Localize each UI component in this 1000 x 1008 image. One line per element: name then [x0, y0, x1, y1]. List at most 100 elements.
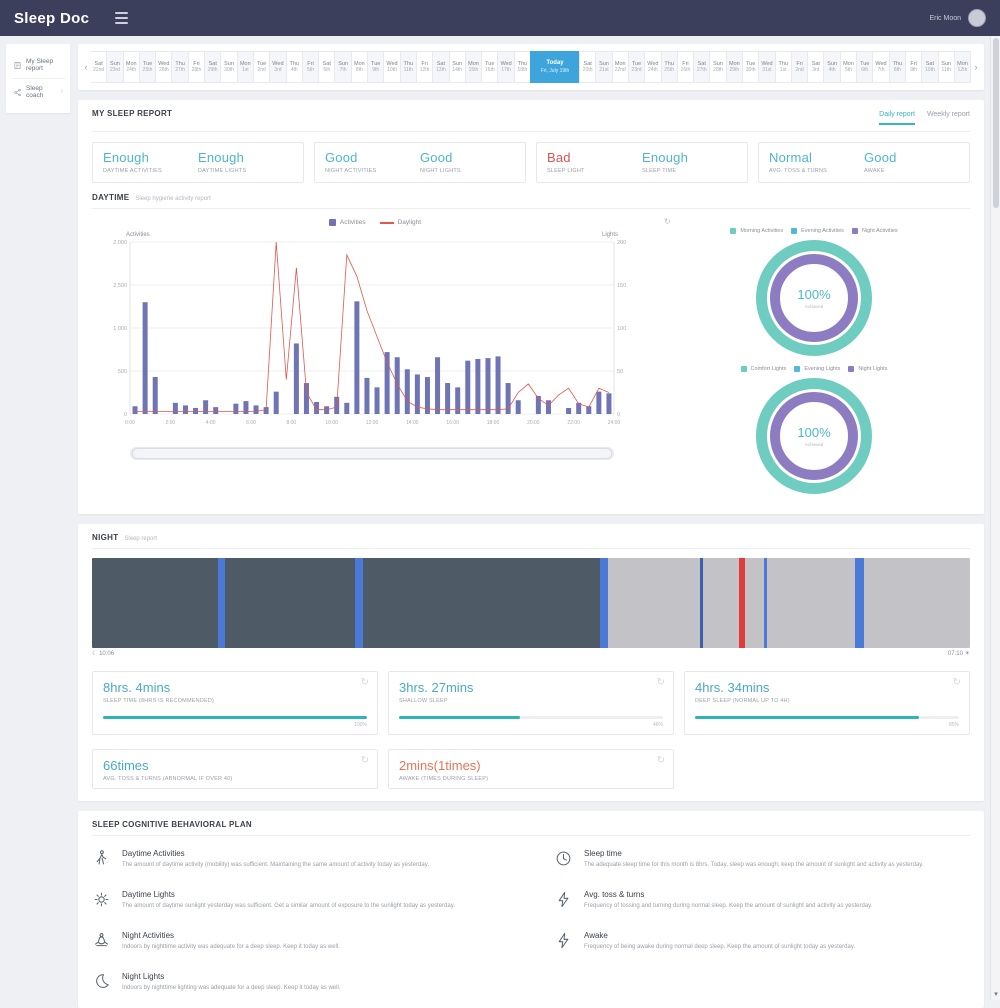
legend-swatch: [730, 228, 736, 234]
date-cell[interactable]: Mon8th: [351, 51, 368, 83]
date-num: 9th: [910, 67, 917, 73]
date-num: 30th: [746, 67, 756, 73]
date-cell[interactable]: Fri9th: [905, 51, 922, 83]
activities-donut-sub: Achieved: [805, 304, 824, 309]
date-num: 11th: [942, 67, 951, 73]
date-num: 22nd: [615, 67, 626, 73]
date-cell[interactable]: Mon29th: [726, 51, 743, 83]
date-cell[interactable]: Mon5th: [840, 51, 857, 83]
sidebar-item-label: My Sleep report: [26, 58, 63, 72]
date-cell[interactable]: Wed3rd: [269, 51, 286, 83]
refresh-icon[interactable]: ↻: [657, 677, 665, 688]
date-cell[interactable]: Thu8th: [889, 51, 906, 83]
date-cell[interactable]: Sun23rd: [106, 51, 123, 83]
date-day: Mon: [354, 61, 365, 68]
date-cell[interactable]: Thu4th: [286, 51, 303, 83]
sidebar-item-sleep-coach[interactable]: Sleep coach ›: [11, 78, 65, 105]
date-next-button[interactable]: ›: [971, 62, 981, 72]
date-day: Wed: [647, 61, 658, 68]
date-cell[interactable]: Sun21st: [595, 51, 612, 83]
tab-weekly-report[interactable]: Weekly report: [927, 111, 970, 125]
date-cell[interactable]: Thu18th: [514, 51, 531, 83]
date-cell[interactable]: Thu11th: [400, 51, 417, 83]
scroll-down-arrow[interactable]: ▾: [991, 990, 1000, 998]
date-cell-today[interactable]: TodayFri, July 19th: [530, 51, 580, 83]
date-day: Sat: [584, 61, 592, 68]
page-scrollbar[interactable]: ▾: [990, 36, 1000, 1000]
plan-item-desc: Indoors by nighttime activity was adequa…: [122, 943, 340, 952]
date-cell[interactable]: Fri28th: [188, 51, 205, 83]
sidebar-item-my-sleep-report[interactable]: My Sleep report: [11, 52, 65, 78]
date-cell[interactable]: Tue30th: [742, 51, 759, 83]
date-cell[interactable]: Tue23rd: [628, 51, 645, 83]
sleep-timeline: [92, 558, 970, 648]
svg-text:10:00: 10:00: [325, 420, 338, 426]
date-cell[interactable]: Sat27th: [693, 51, 710, 83]
date-cell[interactable]: Mon1st: [237, 51, 254, 83]
date-cell[interactable]: Sat22nd: [91, 51, 107, 83]
user-name[interactable]: Eric Moon: [929, 15, 961, 22]
svg-text:16:00: 16:00: [446, 420, 459, 426]
date-day: Sun: [224, 61, 234, 68]
chart-range-navigator[interactable]: [130, 447, 614, 460]
date-cell[interactable]: Wed7th: [872, 51, 889, 83]
date-cell[interactable]: Fri12th: [416, 51, 433, 83]
tab-daily-report[interactable]: Daily report: [879, 111, 915, 125]
date-cell[interactable]: Sat6th: [318, 51, 335, 83]
sleep-segment: [600, 558, 608, 648]
hamburger-menu-icon[interactable]: [115, 12, 128, 24]
date-cell[interactable]: Fri26th: [677, 51, 694, 83]
date-day: Tue: [371, 61, 380, 68]
sleep-segment: [767, 558, 855, 648]
legend-swatch: [791, 228, 797, 234]
date-cell[interactable]: Mon24th: [123, 51, 140, 83]
scrollbar-thumb[interactable]: [993, 38, 999, 208]
refresh-icon[interactable]: ↻: [361, 677, 369, 688]
date-cell[interactable]: Sun30th: [220, 51, 237, 83]
date-cell[interactable]: Sun14th: [449, 51, 466, 83]
refresh-icon[interactable]: ↻: [361, 755, 369, 766]
date-cell[interactable]: Mon12th: [954, 51, 971, 83]
date-cell[interactable]: Sun11th: [938, 51, 955, 83]
date-cell[interactable]: Mon15th: [465, 51, 482, 83]
date-cell[interactable]: Thu1st: [775, 51, 792, 83]
date-cell[interactable]: Thu25th: [661, 51, 678, 83]
date-prev-button[interactable]: ‹: [81, 62, 91, 72]
date-cell[interactable]: Wed26th: [155, 51, 172, 83]
date-cell[interactable]: Thu27th: [171, 51, 188, 83]
date-cell[interactable]: Fri5th: [302, 51, 319, 83]
date-cell[interactable]: Tue9th: [367, 51, 384, 83]
avatar[interactable]: [968, 9, 986, 27]
activities-donut-legend: Morning ActivitiesEvening ActivitiesNigh…: [730, 228, 897, 234]
date-cell[interactable]: Sun28th: [709, 51, 726, 83]
legend-item: Night Lights: [848, 366, 887, 372]
date-cell[interactable]: Wed17th: [497, 51, 514, 83]
date-cell[interactable]: Wed24th: [644, 51, 661, 83]
date-cell[interactable]: Sun4th: [823, 51, 840, 83]
sleep-start-time: ☾ 10:06: [92, 650, 114, 657]
refresh-icon[interactable]: ↻: [657, 755, 665, 766]
sleep-segment: [218, 558, 226, 648]
clock-icon: [554, 849, 574, 873]
date-cell[interactable]: Mon22nd: [612, 51, 629, 83]
date-cell[interactable]: Tue16th: [481, 51, 498, 83]
date-cell[interactable]: Wed31st: [758, 51, 775, 83]
date-cell[interactable]: Sat20th: [579, 51, 596, 83]
plan-item-desc: Frequency of being awake during normal d…: [584, 943, 855, 952]
date-cell[interactable]: Sat10th: [921, 51, 938, 83]
date-cell[interactable]: Fri2nd: [791, 51, 808, 83]
metric-label: SHALLOW SLEEP: [399, 698, 663, 704]
date-cell[interactable]: Tue2nd: [253, 51, 270, 83]
top-navbar: Sleep Doc Eric Moon: [0, 0, 1000, 36]
date-cell[interactable]: Sat3rd: [807, 51, 824, 83]
refresh-icon[interactable]: ↻: [664, 217, 671, 226]
date-cell[interactable]: Tue6th: [856, 51, 873, 83]
date-cell[interactable]: Tue25th: [139, 51, 156, 83]
date-cell[interactable]: Wed10th: [383, 51, 400, 83]
date-cell[interactable]: Sat29th: [204, 51, 221, 83]
date-cell[interactable]: Sun7th: [334, 51, 351, 83]
date-cell[interactable]: Sat13th: [432, 51, 449, 83]
refresh-icon[interactable]: ↻: [953, 677, 961, 688]
legend-item: Daylight: [380, 219, 421, 226]
date-day: Fri: [307, 61, 313, 68]
